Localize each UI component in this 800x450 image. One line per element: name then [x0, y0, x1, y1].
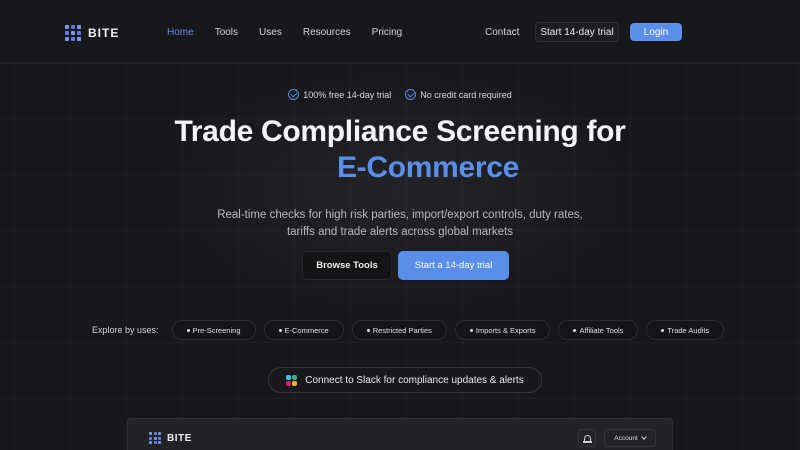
badge-free-trial: 100% free 14-day trial	[288, 89, 391, 100]
browse-tools-button[interactable]: Browse Tools	[302, 251, 392, 280]
pill-label: E-Commerce	[284, 325, 329, 335]
use-pill-imports-exports[interactable]: Imports & Exports	[454, 320, 551, 340]
use-pill-e-commerce[interactable]: E-Commerce	[263, 320, 344, 340]
login-button[interactable]: Login	[630, 23, 682, 41]
badge-text: 100% free 14-day trial	[303, 89, 392, 100]
pill-label: Trade Audits	[667, 325, 710, 335]
check-circle-icon	[288, 89, 300, 100]
use-pill-pre-screening[interactable]: Pre-Screening	[171, 320, 256, 340]
start-trial-cta-button[interactable]: Start a 14-day trial	[398, 251, 509, 280]
slack-icon	[286, 374, 298, 386]
preview-logo: BITE	[148, 431, 192, 445]
use-pill-trade-audits[interactable]: Trade Audits	[646, 320, 725, 340]
badge-text: No credit card required	[420, 89, 512, 100]
slack-connect-text: Connect to Slack for compliance updates …	[305, 374, 524, 386]
hero-subtitle-line: tariffs and trade alerts across global m…	[286, 226, 514, 238]
nav-link-resources[interactable]: Resources	[303, 27, 351, 38]
start-trial-button[interactable]: Start 14-day trial	[535, 22, 619, 42]
bell-icon	[582, 434, 592, 443]
notifications-button[interactable]	[578, 429, 596, 447]
pill-label: Pre-Screening	[192, 325, 241, 335]
top-nav: BITE Home Tools Uses Resources Pricing C…	[0, 0, 800, 64]
pill-label: Imports & Exports	[475, 325, 536, 335]
badge-no-card: No credit card required	[405, 89, 512, 100]
nav-link-pricing[interactable]: Pricing	[372, 27, 403, 38]
bullet-icon	[366, 328, 370, 332]
use-pill-affiliate-tools[interactable]: Affiliate Tools	[558, 320, 639, 340]
hero-subtitle-line: Real-time checks for high risk parties, …	[217, 209, 583, 221]
preview-brand-name: BITE	[167, 432, 192, 444]
hero-title: Trade Compliance Screening for	[174, 115, 626, 148]
app-preview: BITE Account	[127, 418, 673, 450]
brand-name: BITE	[88, 26, 120, 40]
logo-icon	[64, 24, 82, 42]
explore-label: Explore by uses:	[92, 325, 159, 335]
account-label: Account	[614, 434, 638, 442]
nav-link-uses[interactable]: Uses	[259, 27, 282, 38]
slack-connect-button[interactable]: Connect to Slack for compliance updates …	[268, 367, 542, 393]
hero-title-accent: E-Commerce	[336, 151, 520, 184]
bullet-icon	[278, 328, 282, 332]
account-dropdown[interactable]: Account	[604, 429, 656, 447]
bullet-icon	[186, 328, 190, 332]
check-circle-icon	[405, 89, 417, 100]
bullet-icon	[469, 328, 473, 332]
nav-link-home[interactable]: Home	[167, 27, 194, 38]
nav-links: Home Tools Uses Resources Pricing	[167, 27, 423, 38]
chevron-down-icon	[640, 434, 647, 440]
nav-link-tools[interactable]: Tools	[215, 27, 238, 38]
nav-link-contact[interactable]: Contact	[485, 27, 519, 38]
pill-label: Affiliate Tools	[579, 325, 624, 335]
bullet-icon	[573, 328, 577, 332]
pill-label: Restricted Parties	[372, 325, 432, 335]
hero-subtitle: Real-time checks for high risk parties, …	[0, 207, 800, 241]
bullet-icon	[661, 328, 665, 332]
logo-icon	[148, 431, 162, 445]
use-pill-restricted-parties[interactable]: Restricted Parties	[351, 320, 447, 340]
trial-badges: 100% free 14-day trial No credit card re…	[0, 89, 800, 100]
explore-by-uses: Explore by uses: Pre-Screening E-Commerc…	[92, 320, 732, 340]
brand-logo[interactable]: BITE	[64, 24, 119, 42]
